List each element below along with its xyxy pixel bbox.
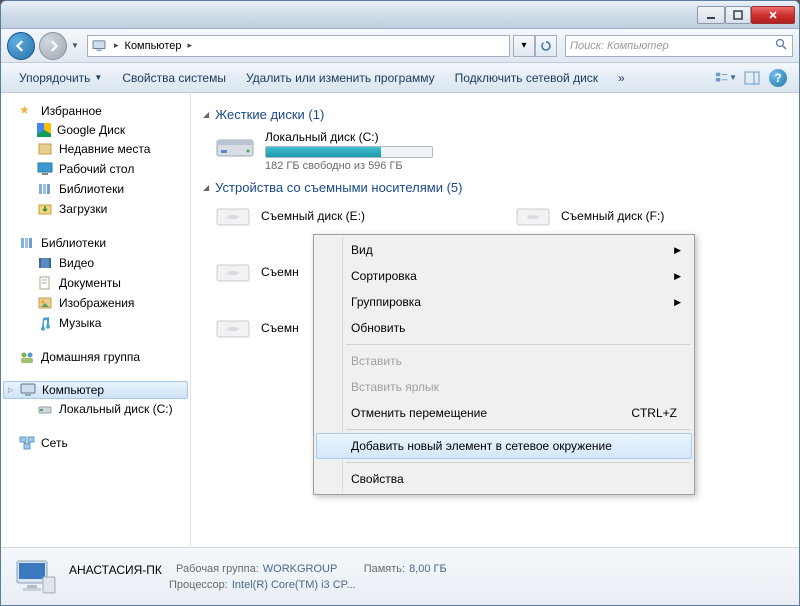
drive-item-c[interactable]: Локальный диск (C:) 182 ГБ свободно из 5…: [195, 126, 799, 176]
uninstall-program-button[interactable]: Удалить или изменить программу: [236, 67, 445, 89]
organize-button[interactable]: Упорядочить ▼: [9, 67, 112, 89]
help-button[interactable]: ?: [767, 67, 789, 89]
star-icon: ★: [19, 103, 35, 119]
ctx-refresh[interactable]: Обновить: [316, 315, 692, 341]
hdd-icon: [215, 130, 255, 162]
toolbar: Упорядочить ▼ Свойства системы Удалить и…: [1, 63, 799, 93]
ctx-add-network-location[interactable]: Добавить новый элемент в сетевое окружен…: [316, 433, 692, 459]
search-placeholder: Поиск: Компьютер: [570, 40, 775, 52]
computer-icon: [20, 383, 36, 397]
forward-button[interactable]: [39, 32, 67, 60]
context-menu: Вид▶ Сортировка▶ Группировка▶ Обновить В…: [313, 234, 695, 495]
refresh-button[interactable]: [535, 35, 557, 57]
ctx-separator: [346, 344, 690, 345]
network-icon: [19, 435, 35, 451]
documents-icon: [37, 275, 53, 291]
downloads-icon: [37, 201, 53, 217]
history-dropdown[interactable]: ▼: [71, 41, 83, 50]
pc-name: АНАСТАСИЯ-ПК: [69, 563, 162, 577]
maximize-button[interactable]: [725, 6, 751, 24]
ctx-paste-shortcut: Вставить ярлык: [316, 374, 692, 400]
ctx-group[interactable]: Группировка▶: [316, 289, 692, 315]
address-bar[interactable]: ▸ Компьютер ▸: [87, 35, 510, 57]
network-header[interactable]: Сеть: [1, 433, 190, 453]
sidebar-item-google-drive[interactable]: Google Диск: [1, 121, 190, 139]
sidebar-item-videos[interactable]: Видео: [1, 253, 190, 273]
back-button[interactable]: [7, 32, 35, 60]
sidebar-item-music[interactable]: Музыка: [1, 313, 190, 333]
submenu-arrow-icon: ▶: [674, 271, 681, 282]
view-mode-button[interactable]: ▼: [715, 67, 737, 89]
libraries-header[interactable]: Библиотеки: [1, 233, 190, 253]
video-icon: [37, 255, 53, 271]
ctx-separator: [346, 462, 690, 463]
submenu-arrow-icon: ▶: [674, 297, 681, 308]
ctx-paste: Вставить: [316, 348, 692, 374]
removable-drive-icon: [215, 203, 251, 229]
titlebar: [1, 1, 799, 29]
pictures-icon: [37, 295, 53, 311]
homegroup-icon: [19, 349, 35, 365]
removable-drive-icon: [215, 315, 251, 341]
sidebar-item-pictures[interactable]: Изображения: [1, 293, 190, 313]
removable-drive-f[interactable]: Съемный диск (F:): [515, 203, 735, 229]
ctx-view[interactable]: Вид▶: [316, 237, 692, 263]
hdd-section-header[interactable]: Жесткие диски (1): [195, 103, 799, 126]
address-dropdown-button[interactable]: ▾: [513, 35, 535, 57]
removable-section-header[interactable]: Устройства со съемными носителями (5): [195, 176, 799, 199]
sidebar-item-recent[interactable]: Недавние места: [1, 139, 190, 159]
computer-header[interactable]: Компьютер: [3, 381, 188, 399]
libraries-icon: [19, 235, 35, 251]
sidebar-item-downloads[interactable]: Загрузки: [1, 199, 190, 219]
map-network-drive-button[interactable]: Подключить сетевой диск: [445, 67, 608, 89]
sidebar-item-desktop[interactable]: Рабочий стол: [1, 159, 190, 179]
toolbar-overflow-button[interactable]: »: [608, 67, 635, 89]
google-drive-icon: [37, 123, 51, 137]
sidebar-item-documents[interactable]: Документы: [1, 273, 190, 293]
ctx-undo-move[interactable]: Отменить перемещениеCTRL+Z: [316, 400, 692, 426]
desktop-icon: [37, 161, 53, 177]
minimize-button[interactable]: [697, 6, 725, 24]
submenu-arrow-icon: ▶: [674, 245, 681, 256]
navigation-pane: ★ Избранное Google Диск Недавние места Р…: [1, 93, 191, 547]
details-pane: АНАСТАСИЯ-ПК Рабочая группа: WORKGROUP П…: [1, 547, 799, 605]
ctx-sort[interactable]: Сортировка▶: [316, 263, 692, 289]
libraries-icon: [37, 181, 53, 197]
computer-large-icon: [13, 555, 57, 599]
removable-drive-icon: [515, 203, 551, 229]
breadcrumb-item[interactable]: Компьютер: [123, 40, 184, 52]
favorites-header[interactable]: ★ Избранное: [1, 101, 190, 121]
ctx-separator: [346, 429, 690, 430]
capacity-bar: [265, 146, 433, 158]
search-icon: [775, 38, 788, 54]
close-button[interactable]: [751, 6, 795, 24]
sidebar-item-libraries[interactable]: Библиотеки: [1, 179, 190, 199]
ctx-properties[interactable]: Свойства: [316, 466, 692, 492]
computer-icon: [92, 40, 106, 52]
search-input[interactable]: Поиск: Компьютер: [565, 35, 793, 57]
system-properties-button[interactable]: Свойства системы: [112, 67, 236, 89]
removable-drive-icon: [215, 259, 251, 285]
music-icon: [37, 315, 53, 331]
recent-icon: [37, 141, 53, 157]
breadcrumb-arrow-icon: ▸: [110, 40, 123, 51]
navbar: ▼ ▸ Компьютер ▸ ▾ Поиск: Компьютер: [1, 29, 799, 63]
removable-drive-e[interactable]: Съемный диск (E:): [215, 203, 435, 229]
drive-icon: [37, 401, 53, 417]
breadcrumb-arrow-icon[interactable]: ▸: [183, 40, 196, 51]
window-controls: [697, 6, 795, 24]
homegroup-header[interactable]: Домашняя группа: [1, 347, 190, 367]
drive-free-space: 182 ГБ свободно из 596 ГБ: [265, 160, 433, 172]
sidebar-item-local-disk-c[interactable]: Локальный диск (C:): [1, 399, 190, 419]
drive-name: Локальный диск (C:): [265, 130, 433, 144]
explorer-window: ▼ ▸ Компьютер ▸ ▾ Поиск: Компьютер Упоря…: [0, 0, 800, 606]
preview-pane-button[interactable]: [741, 67, 763, 89]
